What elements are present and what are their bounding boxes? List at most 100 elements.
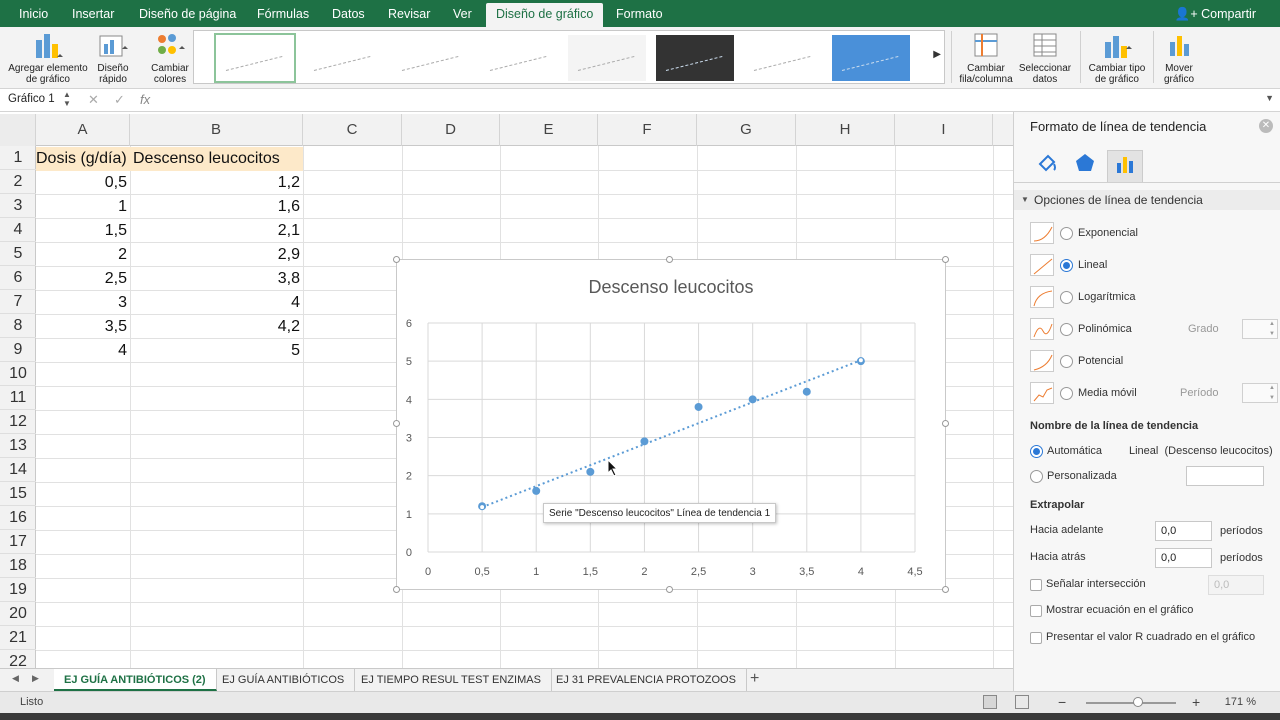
radio-linear[interactable] <box>1060 259 1073 272</box>
cell-b4[interactable]: 2,1 <box>130 219 303 243</box>
sheet-tab-1[interactable]: EJ GUÍA ANTIBIÓTICOS (2) <box>54 669 217 691</box>
select-all-corner[interactable] <box>0 114 36 146</box>
row-header-9[interactable]: 9 <box>0 338 36 362</box>
data-point[interactable] <box>802 387 811 396</box>
row-header-2[interactable]: 2 <box>0 170 36 194</box>
cell-a8[interactable]: 3,5 <box>36 315 130 339</box>
resize-handle[interactable] <box>942 420 949 427</box>
column-header-d[interactable]: D <box>402 114 500 146</box>
row-header-18[interactable]: 18 <box>0 554 36 578</box>
row-header-21[interactable]: 21 <box>0 626 36 650</box>
cell-b6[interactable]: 3,8 <box>130 267 303 291</box>
backward-input[interactable]: 0,0 <box>1155 548 1212 568</box>
add-chart-element-button[interactable]: Agregar elemento de gráfico <box>6 30 90 85</box>
period-stepper[interactable]: ▲ ▼ <box>1242 383 1278 403</box>
radio-power[interactable] <box>1060 355 1073 368</box>
tab-formulas[interactable]: Fórmulas <box>253 0 313 27</box>
option-moving-average[interactable]: Media móvil Período ▲ ▼ <box>1030 382 1280 406</box>
cell-a6[interactable]: 2,5 <box>36 267 130 291</box>
row-header-3[interactable]: 3 <box>0 194 36 218</box>
row-header-13[interactable]: 13 <box>0 434 36 458</box>
show-equation-checkbox[interactable] <box>1030 605 1042 617</box>
cancel-icon[interactable]: ✕ <box>88 92 99 108</box>
cell-b1[interactable]: Descenso leucocitos <box>130 147 303 171</box>
chart-style-3[interactable] <box>392 35 470 81</box>
name-box[interactable]: Gráfico 1 <box>8 93 55 105</box>
tab-datos[interactable]: Datos <box>328 0 369 27</box>
row-header-22[interactable]: 22 <box>0 650 36 668</box>
chart-style-8[interactable] <box>832 35 910 81</box>
row-header-16[interactable]: 16 <box>0 506 36 530</box>
data-point[interactable] <box>694 402 703 411</box>
row-header-20[interactable]: 20 <box>0 602 36 626</box>
zoom-out-button[interactable]: − <box>1058 694 1066 710</box>
cell-a9[interactable]: 4 <box>36 339 130 363</box>
row-header-7[interactable]: 7 <box>0 290 36 314</box>
page-layout-icon[interactable] <box>1015 695 1029 709</box>
intercept-checkbox[interactable] <box>1030 579 1042 591</box>
trendline-handle[interactable] <box>857 357 864 364</box>
chart-style-4[interactable] <box>480 35 558 81</box>
tab-trendline-options[interactable] <box>1107 150 1143 182</box>
radio-exponential[interactable] <box>1060 227 1073 240</box>
chart-style-6[interactable] <box>656 35 734 81</box>
resize-handle[interactable] <box>666 586 673 593</box>
row-header-12[interactable]: 12 <box>0 410 36 434</box>
data-point[interactable] <box>748 395 757 404</box>
scroll-left-icon[interactable]: ◀ <box>12 673 19 684</box>
resize-handle[interactable] <box>666 256 673 263</box>
radio-custom[interactable] <box>1030 470 1043 483</box>
chart-style-7[interactable] <box>744 35 822 81</box>
radio-logarithmic[interactable] <box>1060 291 1073 304</box>
sheet-tab-4[interactable]: EJ 31 PREVALENCIA PROTOZOOS <box>546 669 747 691</box>
close-icon[interactable]: ✕ <box>1259 119 1273 133</box>
option-linear[interactable]: Lineal <box>1030 254 1280 278</box>
cell-b9[interactable]: 5 <box>130 339 303 363</box>
quick-layout-button[interactable]: Diseño rápido <box>94 30 132 85</box>
column-header-e[interactable]: E <box>500 114 598 146</box>
cell-b3[interactable]: 1,6 <box>130 195 303 219</box>
tab-formato[interactable]: Formato <box>612 0 667 27</box>
row-header-11[interactable]: 11 <box>0 386 36 410</box>
column-header-b[interactable]: B <box>130 114 303 146</box>
tab-diseno-grafico[interactable]: Diseño de gráfico <box>486 3 604 27</box>
option-power[interactable]: Potencial <box>1030 350 1280 374</box>
cell-a4[interactable]: 1,5 <box>36 219 130 243</box>
resize-handle[interactable] <box>942 256 949 263</box>
row-header-14[interactable]: 14 <box>0 458 36 482</box>
add-sheet-button[interactable]: + <box>750 670 759 688</box>
intercept-input[interactable]: 0,0 <box>1208 575 1264 595</box>
share-button[interactable]: 👤+ Compartir <box>1175 0 1256 27</box>
column-header-g[interactable]: G <box>697 114 796 146</box>
name-box-stepper-icon[interactable]: ▲ ▼ <box>63 90 71 108</box>
cell-b5[interactable]: 2,9 <box>130 243 303 267</box>
row-header-19[interactable]: 19 <box>0 578 36 602</box>
column-header-c[interactable]: C <box>303 114 402 146</box>
radio-automatic[interactable] <box>1030 445 1043 458</box>
chevron-down-icon[interactable]: ▼ <box>1265 93 1274 103</box>
radio-polynomial[interactable] <box>1060 323 1073 336</box>
row-header-5[interactable]: 5 <box>0 242 36 266</box>
select-data-button[interactable]: Seleccionar datos <box>1016 30 1074 85</box>
tab-inicio[interactable]: Inicio <box>15 0 52 27</box>
column-header-h[interactable]: H <box>796 114 895 146</box>
row-header-15[interactable]: 15 <box>0 482 36 506</box>
tab-diseno-pagina[interactable]: Diseño de página <box>135 0 240 27</box>
order-stepper[interactable]: ▲ ▼ <box>1242 319 1278 339</box>
resize-handle[interactable] <box>393 586 400 593</box>
cell-a1[interactable]: Dosis (g/día) <box>36 147 130 171</box>
column-header-f[interactable]: F <box>598 114 697 146</box>
data-point[interactable] <box>532 486 541 495</box>
row-header-8[interactable]: 8 <box>0 314 36 338</box>
cell-b8[interactable]: 4,2 <box>130 315 303 339</box>
scatter-chart[interactable]: Descenso leucocitos 0 0,5 1 1,5 2 2,5 3 3,5 4 4,5… <box>396 259 946 590</box>
sheet-tab-2[interactable]: EJ GUÍA ANTIBIÓTICOS <box>212 669 356 691</box>
sheet-tab-3[interactable]: EJ TIEMPO RESUL TEST ENZIMAS <box>351 669 552 691</box>
tab-revisar[interactable]: Revisar <box>384 0 434 27</box>
resize-handle[interactable] <box>942 586 949 593</box>
row-header-4[interactable]: 4 <box>0 218 36 242</box>
resize-handle[interactable] <box>393 420 400 427</box>
row-header-10[interactable]: 10 <box>0 362 36 386</box>
cell-b7[interactable]: 4 <box>130 291 303 315</box>
zoom-level[interactable]: 171 % <box>1225 696 1256 708</box>
